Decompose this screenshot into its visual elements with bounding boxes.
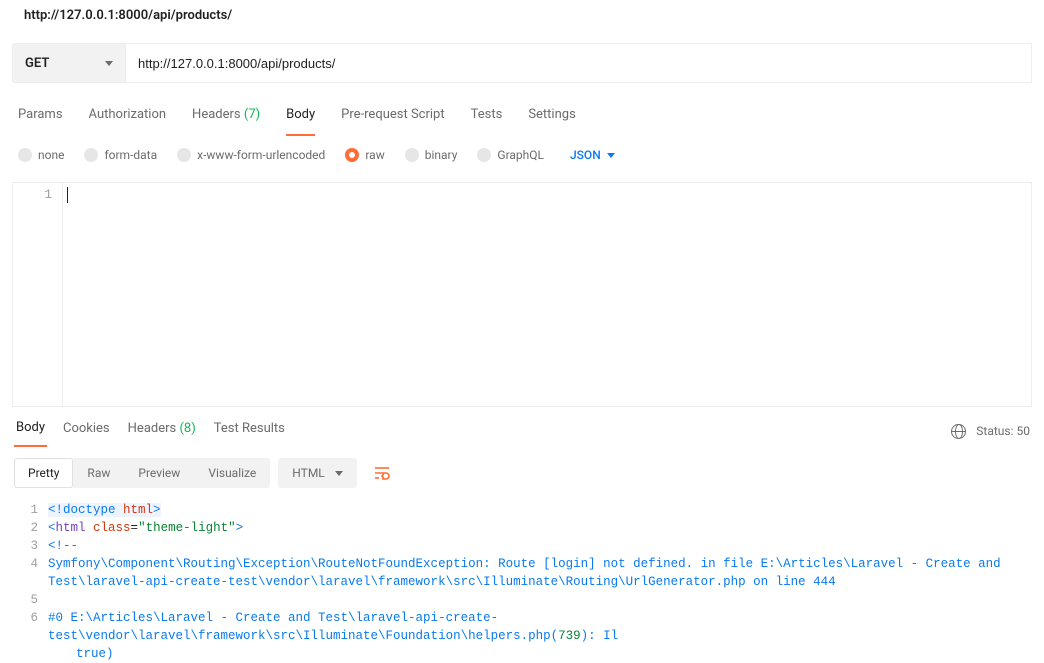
tab-authorization[interactable]: Authorization	[89, 103, 167, 136]
tab-prerequest[interactable]: Pre-request Script	[341, 103, 444, 136]
radio-none-label: none	[38, 148, 64, 162]
tab-tests[interactable]: Tests	[471, 103, 503, 136]
response-tabs: Body Cookies Headers (8) Test Results St…	[0, 407, 1044, 447]
response-line: true)	[14, 645, 1030, 663]
response-meta: Status: 50	[951, 424, 1030, 439]
radio-icon	[405, 148, 419, 162]
response-format-dropdown[interactable]: HTML	[278, 458, 357, 488]
radio-binary-label: binary	[425, 148, 458, 162]
seg-pretty[interactable]: Pretty	[14, 458, 73, 488]
resp-tab-headers-count: (8)	[179, 421, 195, 436]
tab-headers-count: (7)	[244, 107, 260, 122]
editor-content[interactable]	[63, 183, 1031, 406]
radio-icon	[18, 148, 32, 162]
resp-tab-cookies[interactable]: Cookies	[61, 416, 112, 446]
request-tabs: Params Authorization Headers (7) Body Pr…	[0, 103, 1044, 136]
resp-tab-headers-label: Headers	[128, 421, 177, 436]
response-line: 1 <!doctype html>	[14, 501, 1030, 519]
seg-preview[interactable]: Preview	[124, 458, 194, 488]
wrap-icon	[374, 466, 390, 480]
text-cursor	[67, 187, 68, 203]
radio-xwww-label: x-www-form-urlencoded	[197, 148, 325, 162]
request-body-editor[interactable]: 1	[12, 182, 1032, 407]
url-input[interactable]	[126, 43, 1032, 83]
response-line: 2 <html class="theme-light">	[14, 519, 1030, 537]
radio-icon	[177, 148, 191, 162]
radio-formdata[interactable]: form-data	[84, 148, 157, 162]
response-line: 4 Symfony\Component\Routing\Exception\Ro…	[14, 555, 1030, 591]
tab-headers[interactable]: Headers (7)	[192, 103, 260, 136]
resp-tab-testresults[interactable]: Test Results	[212, 416, 287, 446]
radio-icon	[84, 148, 98, 162]
editor-gutter: 1	[13, 183, 63, 406]
tab-headers-label: Headers	[192, 107, 241, 122]
request-bar: GET	[0, 33, 1044, 103]
radio-raw-label: raw	[365, 148, 384, 162]
radio-binary[interactable]: binary	[405, 148, 458, 162]
response-line: 3 <!--	[14, 537, 1030, 555]
radio-xwww[interactable]: x-www-form-urlencoded	[177, 148, 325, 162]
body-format-dropdown[interactable]: JSON	[570, 148, 615, 162]
response-toolbar: Pretty Raw Preview Visualize HTML	[0, 447, 1044, 501]
status-value: 50	[1017, 424, 1031, 438]
radio-formdata-label: form-data	[104, 148, 157, 162]
view-mode-segment: Pretty Raw Preview Visualize	[14, 458, 270, 488]
chevron-down-icon	[105, 61, 113, 66]
radio-none[interactable]: none	[18, 148, 64, 162]
resp-tab-headers[interactable]: Headers (8)	[126, 416, 198, 446]
chevron-down-icon	[607, 153, 615, 158]
radio-raw[interactable]: raw	[345, 148, 384, 162]
tab-settings[interactable]: Settings	[528, 103, 575, 136]
body-format-label: JSON	[570, 148, 601, 162]
response-body[interactable]: 1 <!doctype html> 2 <html class="theme-l…	[0, 501, 1044, 663]
radio-icon-selected	[345, 148, 359, 162]
status-label: Status:	[976, 424, 1013, 438]
seg-raw[interactable]: Raw	[73, 458, 124, 488]
response-line: 5	[14, 591, 1030, 609]
request-title: http://127.0.0.1:8000/api/products/	[0, 0, 1044, 33]
radio-icon	[477, 148, 491, 162]
radio-graphql[interactable]: GraphQL	[477, 148, 544, 162]
tab-body[interactable]: Body	[286, 103, 315, 136]
tab-params[interactable]: Params	[18, 103, 63, 136]
body-type-row: none form-data x-www-form-urlencoded raw…	[0, 136, 1044, 174]
method-select[interactable]: GET	[12, 43, 126, 83]
chevron-down-icon	[335, 471, 343, 476]
radio-graphql-label: GraphQL	[497, 148, 544, 162]
resp-tab-body[interactable]: Body	[14, 415, 47, 447]
method-label: GET	[25, 56, 49, 71]
globe-icon[interactable]	[951, 424, 966, 439]
response-line: 6 #0 E:\Articles\Laravel - Create and Te…	[14, 609, 1030, 645]
wrap-lines-button[interactable]	[365, 457, 399, 489]
seg-visualize[interactable]: Visualize	[194, 458, 270, 488]
response-format-label: HTML	[292, 466, 325, 480]
